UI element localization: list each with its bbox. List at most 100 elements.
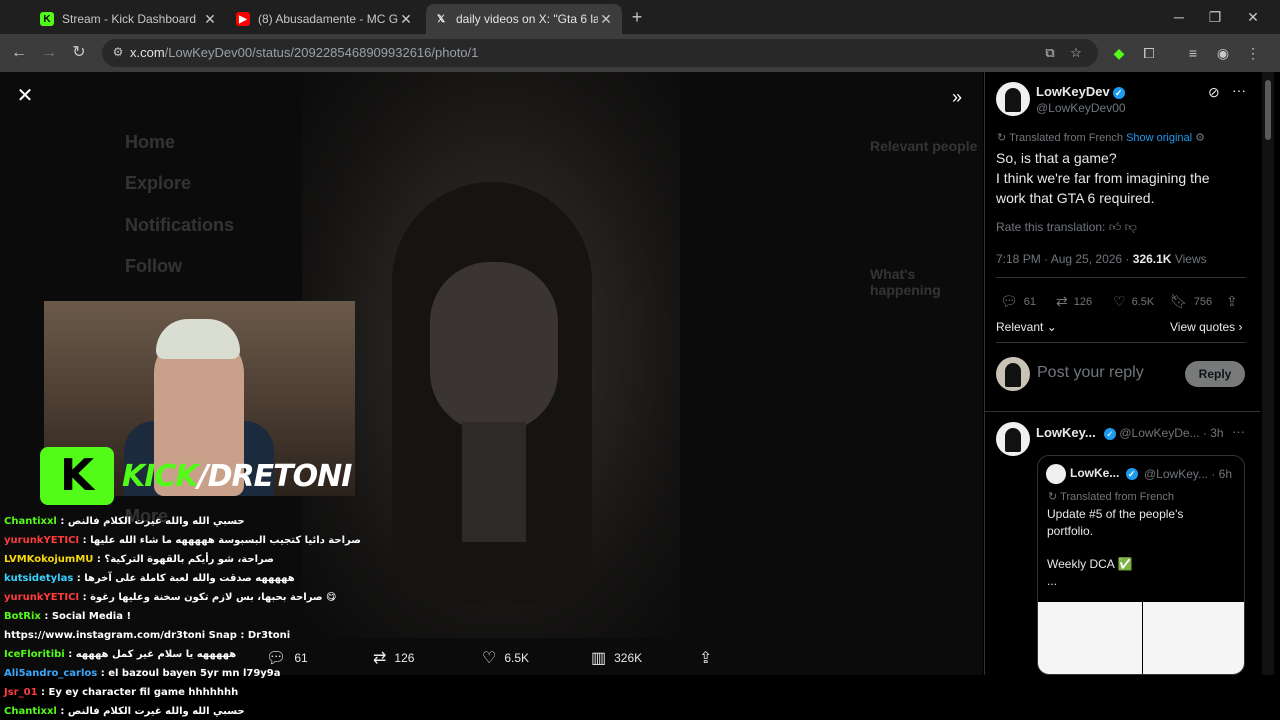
chat-username[interactable]: Jsr_01 (4, 687, 38, 698)
kick-logo-icon: K (40, 447, 114, 505)
chat-text: el bazoul bayen 5yr mn l79y9a (108, 668, 281, 679)
chat-text: صراحة، شو رأيكم بالقهوة التركية؟ (104, 554, 274, 565)
author-name[interactable]: LowKeyDev ✓ (1036, 84, 1125, 99)
chat-text: حسبي الله والله غيرت الكلام فالنص (67, 706, 245, 717)
sort-replies-dropdown[interactable]: Relevant ⌄ (996, 320, 1057, 334)
forward-icon[interactable]: → (38, 42, 60, 64)
scrollbar[interactable] (1262, 72, 1274, 675)
chat-username[interactable]: LVMKokojumMU (4, 554, 93, 565)
close-icon[interactable]: ✕ (15, 86, 35, 106)
reply-submit-button[interactable]: Reply (1185, 361, 1245, 387)
reply-author-avatar[interactable] (996, 422, 1030, 456)
bg-nav-home: Home (125, 132, 176, 152)
chat-username[interactable]: Chantixxl (4, 516, 57, 527)
chat-username[interactable]: IceFloritibi (4, 649, 65, 660)
extension-icon[interactable]: ◆ (1110, 44, 1128, 62)
portfolio-chart-image[interactable] (1038, 602, 1142, 674)
chat-separator: : (73, 573, 85, 584)
reply-author-handle[interactable]: ✓ @LowKeyDe... · 3h (1101, 426, 1224, 440)
tweet-text-line3: work that GTA 6 required. (996, 190, 1155, 206)
quote-author-name: LowKe... ✓ (1070, 466, 1138, 480)
show-original-link[interactable]: Show original (1126, 132, 1192, 144)
profile-avatar-icon[interactable]: ◉ (1214, 44, 1232, 62)
like-button[interactable]: ♡ 6.5K (482, 648, 529, 668)
post-timestamp: 7:18 PM · Aug 25, 2026 · 326.1K Views (996, 252, 1207, 266)
bookmark-button[interactable]: 🔖︎ 756 (1170, 293, 1212, 310)
close-tab-icon[interactable]: ✕ (202, 11, 218, 28)
author-handle[interactable]: @LowKeyDev00 (1036, 101, 1126, 115)
share-button[interactable]: ⇪ (1226, 293, 1244, 310)
media-control-icon[interactable]: ≡ (1184, 44, 1202, 62)
bg-nav-follow: Follow (125, 256, 182, 276)
portfolio-list-image[interactable] (1143, 602, 1244, 674)
chat-message: BotRix : Social Media ! (4, 611, 131, 622)
repost-icon: ⇄ (373, 650, 387, 667)
tab-youtube[interactable]: ▶ (8) Abusadamente - MC Gustta ✕ (228, 4, 422, 34)
quote-text-line2: portfolio. (1047, 524, 1094, 538)
back-icon[interactable]: ← (8, 42, 30, 64)
photo-subject-face (430, 262, 558, 432)
page-content: Home Explore Notifications Follow More R… (0, 72, 1280, 720)
settings-gear-icon[interactable]: ⚙ (1195, 132, 1205, 144)
browser-menu-icon[interactable]: ⋮ (1244, 44, 1262, 62)
site-info-icon[interactable]: ⚙ (110, 45, 126, 61)
view-quotes-link[interactable]: View quotes › (1170, 320, 1243, 334)
url-text: x.com/LowKeyDev00/status/209228546890993… (130, 45, 479, 60)
chat-text: Social Media ! (51, 611, 132, 622)
translation-note: ↻ Translated from French Show original ⚙ (997, 132, 1206, 144)
webcam-hair (156, 319, 240, 359)
repost-button[interactable]: ⇄ 126 (1056, 293, 1092, 310)
close-tab-icon[interactable]: ✕ (598, 11, 614, 28)
quote-author-handle: @LowKey... · 6h (1144, 467, 1233, 481)
stream-chat: Chantixxl : حسبي الله والله غيرت الكلام … (0, 512, 361, 720)
thumbs-down-icon[interactable]: 👎︎ (1125, 220, 1137, 234)
share-icon: ⇪ (1226, 293, 1238, 309)
like-button[interactable]: ♡ 6.5K (1113, 293, 1154, 310)
scrollbar-thumb[interactable] (1265, 80, 1271, 140)
chat-username[interactable]: yurunkYETICI (4, 592, 79, 603)
bg-whats-happening: What's happening (870, 266, 941, 298)
repost-button[interactable]: ⇄ 126 (373, 648, 414, 668)
chat-username[interactable]: Ali5andro_carlos (4, 668, 97, 679)
reply-input[interactable]: Post your reply (1037, 364, 1144, 382)
close-window-icon[interactable]: ✕ (1238, 6, 1268, 28)
chat-username[interactable]: yurunkYETICI (4, 535, 79, 546)
more-options-icon[interactable]: ··· (1232, 424, 1245, 439)
views-button[interactable]: ▥ 326K (591, 648, 642, 668)
bg-relevant-people: Relevant people (870, 138, 978, 154)
more-options-icon[interactable]: ··· (1232, 82, 1246, 98)
extensions-puzzle-icon[interactable]: ⧠ (1140, 44, 1158, 62)
heart-icon: ♡ (1113, 293, 1126, 309)
address-bar[interactable]: ⚙ x.com/LowKeyDev00/status/2092285468909… (102, 39, 1098, 67)
quote-translation-note: ↻ Translated from French (1048, 491, 1174, 503)
reply-button[interactable]: 💬︎ 61 (1000, 293, 1036, 310)
chat-separator: : (79, 592, 91, 603)
my-avatar[interactable] (996, 357, 1030, 391)
minimize-icon[interactable]: ─ (1164, 6, 1194, 28)
share-button[interactable]: ⇪ (699, 648, 720, 668)
restore-icon[interactable]: ❐ (1200, 6, 1230, 28)
reply-author-name[interactable]: LowKey... (1036, 425, 1096, 440)
install-app-icon[interactable]: ⧉ (1042, 45, 1058, 61)
chat-message: Ali5andro_carlos : el bazoul bayen 5yr m… (4, 668, 281, 679)
kick-channel-banner: K KICK/DRETONI (40, 444, 358, 508)
post-photo[interactable] (302, 72, 680, 638)
chat-username[interactable]: Chantixxl (4, 706, 57, 717)
quoted-post-card[interactable]: LowKe... ✓ @LowKey... · 6h ↻ Translated … (1037, 455, 1245, 675)
tab-x-post[interactable]: 𝕏 daily videos on X: "Gta 6 last le ✕ (426, 4, 622, 34)
tweet-text-line2: I think we're far from imagining the (996, 170, 1210, 186)
reload-icon[interactable]: ↻ (68, 42, 90, 64)
thumbs-up-icon[interactable]: 👍︎ (1109, 220, 1122, 234)
chat-username[interactable]: BotRix (4, 611, 41, 622)
author-avatar[interactable] (996, 82, 1030, 116)
close-tab-icon[interactable]: ✕ (398, 11, 414, 28)
tab-kick-dashboard[interactable]: K Stream - Kick Dashboard ✕ (32, 4, 226, 34)
chat-separator: : (93, 554, 105, 565)
chat-username[interactable]: kutsidetylas (4, 573, 73, 584)
new-tab-icon[interactable]: + (628, 8, 646, 26)
chat-separator: : (40, 611, 52, 622)
bookmark-star-icon[interactable]: ☆ (1068, 45, 1084, 61)
grok-icon[interactable]: ⊘ (1208, 84, 1220, 101)
collapse-panel-icon[interactable]: » (946, 86, 968, 108)
chevron-down-icon: ⌄ (1046, 320, 1057, 334)
